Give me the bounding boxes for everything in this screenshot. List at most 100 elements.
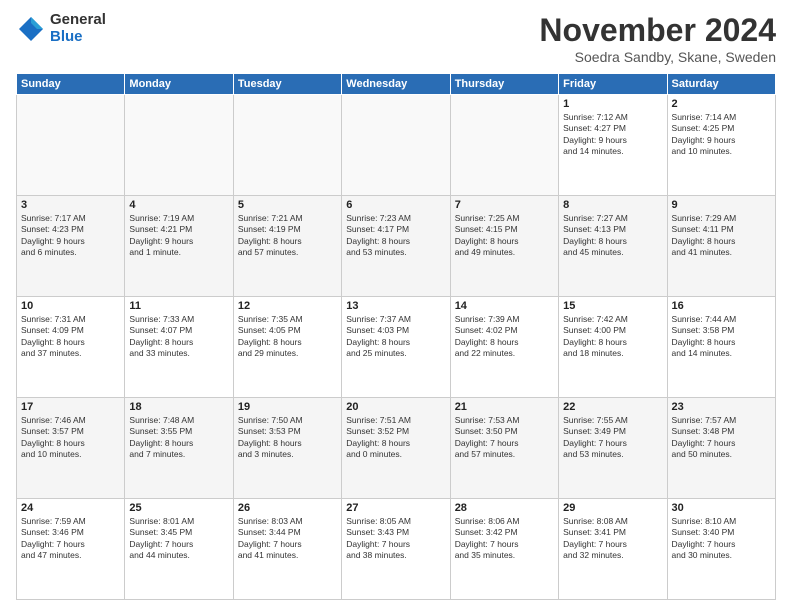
day-info: Sunrise: 7:48 AM Sunset: 3:55 PM Dayligh… — [129, 415, 228, 461]
day-number: 21 — [455, 401, 554, 413]
day-number: 26 — [238, 502, 337, 514]
day-info: Sunrise: 7:35 AM Sunset: 4:05 PM Dayligh… — [238, 314, 337, 360]
calendar-week-1: 3 Sunrise: 7:17 AM Sunset: 4:23 PM Daylig… — [17, 196, 776, 297]
calendar-header-row: Sunday Monday Tuesday Wednesday Thursday… — [17, 74, 776, 95]
day-info: Sunrise: 7:42 AM Sunset: 4:00 PM Dayligh… — [563, 314, 662, 360]
calendar-week-0: 1 Sunrise: 7:12 AM Sunset: 4:27 PM Daylig… — [17, 95, 776, 196]
day-number: 24 — [21, 502, 120, 514]
calendar-cell-w2-d1: 11 Sunrise: 7:33 AM Sunset: 4:07 PM Dayli… — [125, 297, 233, 398]
day-number: 20 — [346, 401, 445, 413]
calendar-cell-w3-d5: 22 Sunrise: 7:55 AM Sunset: 3:49 PM Dayli… — [559, 398, 667, 499]
day-number: 19 — [238, 401, 337, 413]
logo-text: General Blue — [50, 12, 106, 45]
day-info: Sunrise: 7:23 AM Sunset: 4:17 PM Dayligh… — [346, 213, 445, 259]
header-sunday: Sunday — [17, 74, 125, 95]
calendar-cell-w4-d1: 25Sunrise: 8:01 AM Sunset: 3:45 PM Dayli… — [125, 499, 233, 600]
header-wednesday: Wednesday — [342, 74, 450, 95]
page: General Blue November 2024 Soedra Sandby… — [0, 0, 792, 612]
day-info: Sunrise: 7:59 AM Sunset: 3:46 PM Dayligh… — [21, 516, 120, 562]
day-info: Sunrise: 7:12 AM Sunset: 4:27 PM Dayligh… — [563, 112, 662, 158]
day-number: 23 — [672, 401, 771, 413]
day-number: 9 — [672, 199, 771, 211]
day-number: 15 — [563, 300, 662, 312]
day-number: 29 — [563, 502, 662, 514]
logo-icon — [16, 14, 46, 44]
day-info: Sunrise: 7:21 AM Sunset: 4:19 PM Dayligh… — [238, 213, 337, 259]
calendar-cell-w1-d0: 3 Sunrise: 7:17 AM Sunset: 4:23 PM Daylig… — [17, 196, 125, 297]
calendar-cell-w3-d0: 17 Sunrise: 7:46 AM Sunset: 3:57 PM Dayli… — [17, 398, 125, 499]
day-number: 3 — [21, 199, 120, 211]
calendar-cell-w4-d2: 26Sunrise: 8:03 AM Sunset: 3:44 PM Dayli… — [233, 499, 341, 600]
calendar-cell-w2-d3: 13 Sunrise: 7:37 AM Sunset: 4:03 PM Dayli… — [342, 297, 450, 398]
day-number: 5 — [238, 199, 337, 211]
day-info: Sunrise: 7:53 AM Sunset: 3:50 PM Dayligh… — [455, 415, 554, 461]
day-info: Sunrise: 7:27 AM Sunset: 4:13 PM Dayligh… — [563, 213, 662, 259]
calendar-cell-w2-d5: 15 Sunrise: 7:42 AM Sunset: 4:00 PM Dayli… — [559, 297, 667, 398]
day-number: 22 — [563, 401, 662, 413]
day-number: 11 — [129, 300, 228, 312]
calendar-week-3: 17 Sunrise: 7:46 AM Sunset: 3:57 PM Dayli… — [17, 398, 776, 499]
day-info: Sunrise: 8:08 AM Sunset: 3:41 PM Dayligh… — [563, 516, 662, 562]
day-info: Sunrise: 7:17 AM Sunset: 4:23 PM Dayligh… — [21, 213, 120, 259]
day-info: Sunrise: 7:55 AM Sunset: 3:49 PM Dayligh… — [563, 415, 662, 461]
day-info: Sunrise: 8:06 AM Sunset: 3:42 PM Dayligh… — [455, 516, 554, 562]
day-number: 2 — [672, 98, 771, 110]
calendar-cell-w0-d2 — [233, 95, 341, 196]
day-info: Sunrise: 7:29 AM Sunset: 4:11 PM Dayligh… — [672, 213, 771, 259]
calendar-cell-w4-d5: 29 Sunrise: 8:08 AM Sunset: 3:41 PM Dayli… — [559, 499, 667, 600]
day-number: 1 — [563, 98, 662, 110]
day-number: 14 — [455, 300, 554, 312]
calendar-week-4: 24 Sunrise: 7:59 AM Sunset: 3:46 PM Dayli… — [17, 499, 776, 600]
calendar-cell-w2-d0: 10Sunrise: 7:31 AM Sunset: 4:09 PM Dayli… — [17, 297, 125, 398]
day-info: Sunrise: 8:10 AM Sunset: 3:40 PM Dayligh… — [672, 516, 771, 562]
calendar-cell-w1-d6: 9 Sunrise: 7:29 AM Sunset: 4:11 PM Daylig… — [667, 196, 775, 297]
day-info: Sunrise: 7:37 AM Sunset: 4:03 PM Dayligh… — [346, 314, 445, 360]
day-info: Sunrise: 7:44 AM Sunset: 3:58 PM Dayligh… — [672, 314, 771, 360]
calendar-cell-w3-d3: 20 Sunrise: 7:51 AM Sunset: 3:52 PM Dayli… — [342, 398, 450, 499]
logo: General Blue — [16, 12, 106, 45]
calendar-cell-w1-d4: 7Sunrise: 7:25 AM Sunset: 4:15 PM Daylig… — [450, 196, 558, 297]
calendar-cell-w3-d6: 23Sunrise: 7:57 AM Sunset: 3:48 PM Dayli… — [667, 398, 775, 499]
calendar-cell-w0-d3 — [342, 95, 450, 196]
day-number: 4 — [129, 199, 228, 211]
calendar-cell-w4-d6: 30 Sunrise: 8:10 AM Sunset: 3:40 PM Dayli… — [667, 499, 775, 600]
day-info: Sunrise: 7:46 AM Sunset: 3:57 PM Dayligh… — [21, 415, 120, 461]
calendar-cell-w2-d6: 16 Sunrise: 7:44 AM Sunset: 3:58 PM Dayli… — [667, 297, 775, 398]
calendar-cell-w2-d2: 12Sunrise: 7:35 AM Sunset: 4:05 PM Dayli… — [233, 297, 341, 398]
month-title: November 2024 — [539, 12, 776, 49]
day-number: 10 — [21, 300, 120, 312]
day-number: 16 — [672, 300, 771, 312]
day-number: 8 — [563, 199, 662, 211]
day-info: Sunrise: 7:51 AM Sunset: 3:52 PM Dayligh… — [346, 415, 445, 461]
calendar-cell-w4-d3: 27Sunrise: 8:05 AM Sunset: 3:43 PM Dayli… — [342, 499, 450, 600]
calendar-cell-w1-d5: 8 Sunrise: 7:27 AM Sunset: 4:13 PM Daylig… — [559, 196, 667, 297]
calendar-cell-w0-d1 — [125, 95, 233, 196]
day-info: Sunrise: 8:01 AM Sunset: 3:45 PM Dayligh… — [129, 516, 228, 562]
calendar-cell-w0-d0 — [17, 95, 125, 196]
day-number: 27 — [346, 502, 445, 514]
calendar-cell-w3-d4: 21 Sunrise: 7:53 AM Sunset: 3:50 PM Dayli… — [450, 398, 558, 499]
day-number: 13 — [346, 300, 445, 312]
calendar-cell-w0-d6: 2 Sunrise: 7:14 AM Sunset: 4:25 PM Daylig… — [667, 95, 775, 196]
calendar-cell-w1-d2: 5 Sunrise: 7:21 AM Sunset: 4:19 PM Daylig… — [233, 196, 341, 297]
day-info: Sunrise: 7:33 AM Sunset: 4:07 PM Dayligh… — [129, 314, 228, 360]
day-number: 18 — [129, 401, 228, 413]
calendar-cell-w4-d0: 24 Sunrise: 7:59 AM Sunset: 3:46 PM Dayli… — [17, 499, 125, 600]
day-number: 30 — [672, 502, 771, 514]
calendar-cell-w3-d1: 18 Sunrise: 7:48 AM Sunset: 3:55 PM Dayli… — [125, 398, 233, 499]
header: General Blue November 2024 Soedra Sandby… — [16, 12, 776, 65]
location: Soedra Sandby, Skane, Sweden — [539, 49, 776, 65]
day-number: 17 — [21, 401, 120, 413]
header-friday: Friday — [559, 74, 667, 95]
day-info: Sunrise: 7:14 AM Sunset: 4:25 PM Dayligh… — [672, 112, 771, 158]
day-info: Sunrise: 7:50 AM Sunset: 3:53 PM Dayligh… — [238, 415, 337, 461]
day-number: 28 — [455, 502, 554, 514]
day-info: Sunrise: 7:39 AM Sunset: 4:02 PM Dayligh… — [455, 314, 554, 360]
header-tuesday: Tuesday — [233, 74, 341, 95]
logo-blue: Blue — [50, 29, 106, 46]
header-saturday: Saturday — [667, 74, 775, 95]
calendar-cell-w1-d3: 6Sunrise: 7:23 AM Sunset: 4:17 PM Daylig… — [342, 196, 450, 297]
calendar: Sunday Monday Tuesday Wednesday Thursday… — [16, 73, 776, 600]
title-area: November 2024 Soedra Sandby, Skane, Swed… — [539, 12, 776, 65]
calendar-cell-w3-d2: 19 Sunrise: 7:50 AM Sunset: 3:53 PM Dayli… — [233, 398, 341, 499]
